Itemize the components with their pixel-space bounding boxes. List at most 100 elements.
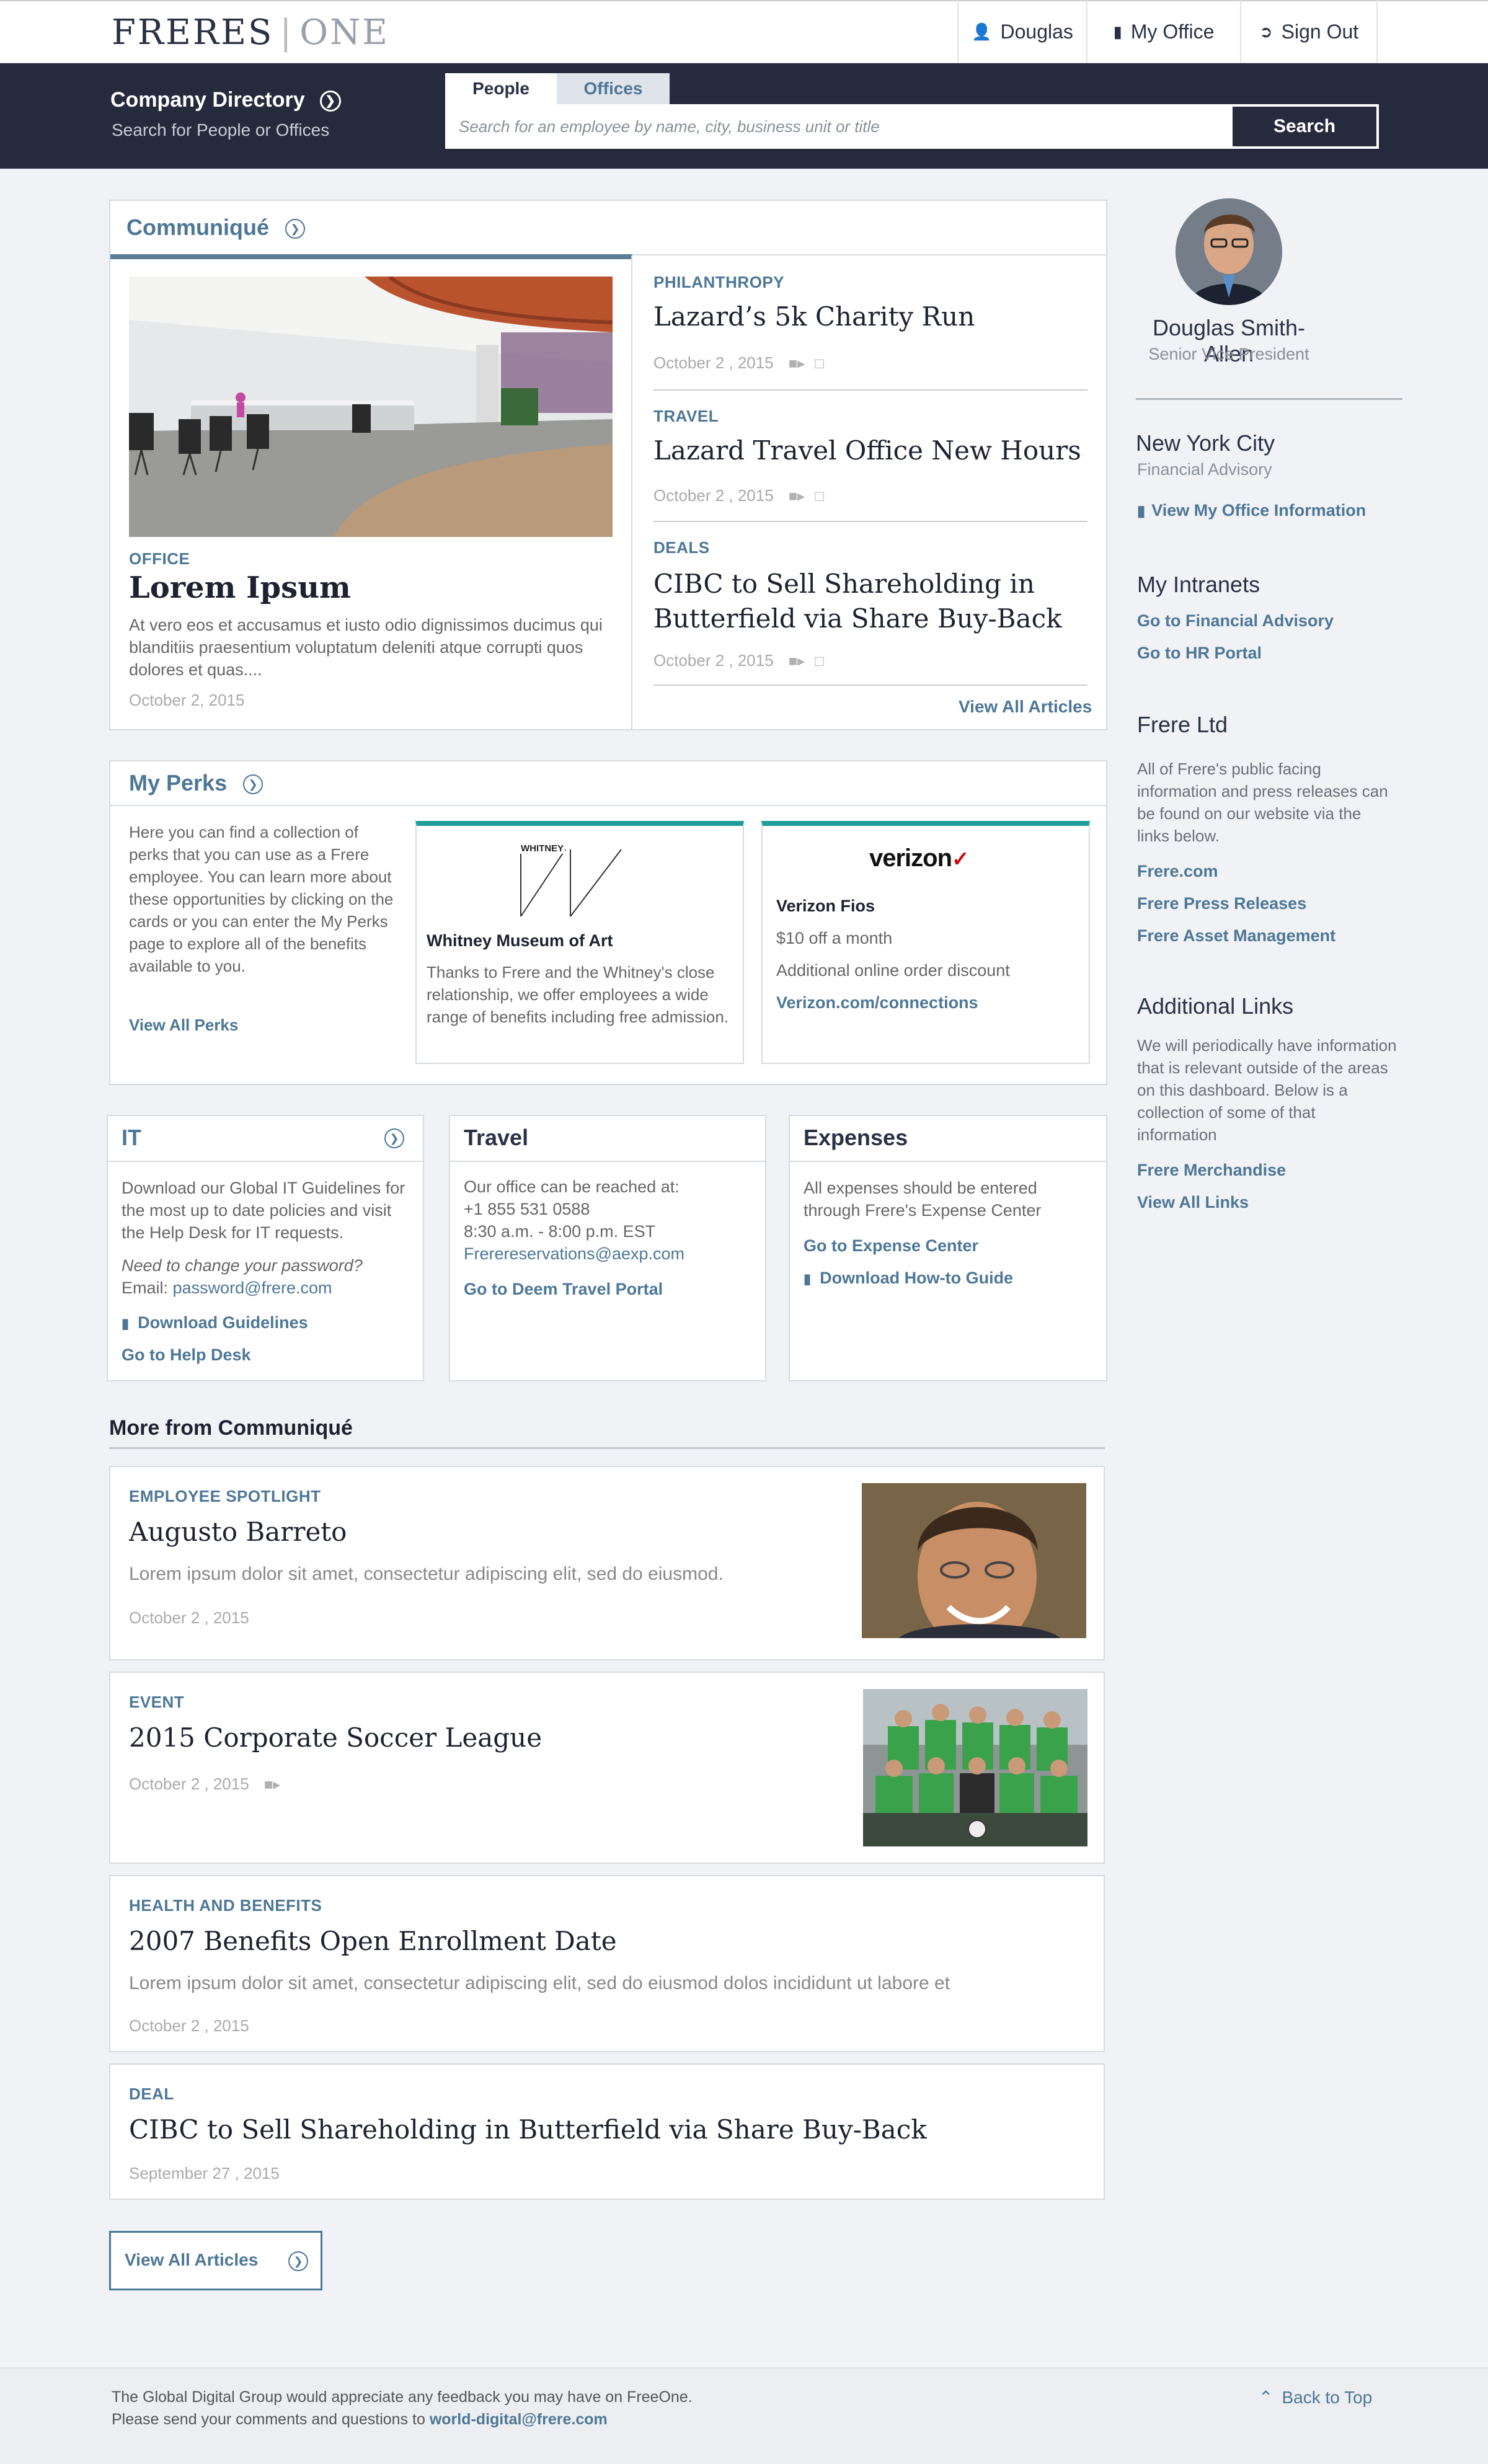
how-to-guide-link[interactable]: ▮ Download How-to Guide bbox=[804, 1269, 1013, 1288]
feature-kicker: OFFICE bbox=[129, 549, 190, 568]
story-date: October 2 , 2015 bbox=[129, 1608, 249, 1627]
chevron-right-icon[interactable]: ❯ bbox=[384, 1128, 404, 1148]
frere-merchandise-link[interactable]: Frere Merchandise bbox=[1137, 1161, 1286, 1180]
travel-portal-link[interactable]: Go to Deem Travel Portal bbox=[464, 1280, 663, 1299]
soccer-team-photo[interactable] bbox=[863, 1689, 1087, 1846]
article-title[interactable]: CIBC to Sell Shareholding in Butterfield… bbox=[653, 567, 1062, 636]
intranet-link-hr-portal[interactable]: Go to HR Portal bbox=[1137, 644, 1262, 663]
story-card[interactable]: HEALTH AND BENEFITS 2007 Benefits Open E… bbox=[109, 1875, 1105, 2052]
it-email-link[interactable]: password@frere.com bbox=[173, 1279, 332, 1297]
logo[interactable]: FRERES | ONE bbox=[112, 12, 389, 53]
expense-center-link[interactable]: Go to Expense Center bbox=[804, 1236, 978, 1256]
checkmark-icon: ✓ bbox=[952, 848, 969, 871]
additional-links-title: Additional Links bbox=[1137, 993, 1294, 1019]
frere-com-link[interactable]: Frere.com bbox=[1137, 862, 1218, 881]
perk-card-verizon[interactable]: verizon✓ Verizon Fios $10 off a month Ad… bbox=[761, 821, 1090, 1064]
communique-title[interactable]: Communiqué ❯ bbox=[126, 215, 305, 241]
travel-phone: +1 855 531 0588 bbox=[464, 1200, 590, 1218]
portrait-photo[interactable] bbox=[862, 1483, 1086, 1638]
more-section-title: More from Communiqué bbox=[109, 1416, 353, 1440]
story-card[interactable]: EVENT 2015 Corporate Soccer League Octob… bbox=[109, 1672, 1105, 1864]
directory-subtitle: Search for People or Offices bbox=[112, 120, 330, 140]
view-all-links-link[interactable]: View All Links bbox=[1137, 1193, 1249, 1212]
frere-press-releases-link[interactable]: Frere Press Releases bbox=[1137, 894, 1306, 913]
search-input[interactable] bbox=[445, 104, 1230, 149]
nav-my-office[interactable]: ▮ My Office bbox=[1086, 0, 1240, 63]
feature-title[interactable]: Lorem Ipsum bbox=[129, 570, 351, 605]
nav-sign-out[interactable]: ➲ Sign Out bbox=[1240, 0, 1378, 63]
view-all-articles-button[interactable]: View All Articles ❯ bbox=[109, 2231, 322, 2290]
verizon-link[interactable]: Verizon.com/connections bbox=[776, 993, 978, 1013]
view-all-perks-link[interactable]: View All Perks bbox=[129, 1016, 238, 1035]
feature-body: At vero eos et accusamus et iusto odio d… bbox=[129, 616, 603, 679]
view-all-articles-link[interactable]: View All Articles bbox=[959, 697, 1092, 717]
intranet-link-financial-advisory[interactable]: Go to Financial Advisory bbox=[1137, 611, 1334, 631]
communique-divider bbox=[631, 255, 632, 730]
profile-role: Senior Vice President bbox=[1148, 345, 1309, 363]
nav-user[interactable]: 👤 Douglas bbox=[957, 0, 1086, 63]
back-to-top-link[interactable]: ⌃ Back to Top bbox=[1259, 2387, 1372, 2408]
story-kicker: HEALTH AND BENEFITS bbox=[129, 1896, 322, 1915]
directory-title[interactable]: Company Directory ❯ bbox=[110, 88, 341, 112]
nav-signout-label: Sign Out bbox=[1281, 20, 1359, 43]
article-meta: October 2 , 2015 ■▸ □ bbox=[653, 651, 824, 670]
soccer-team-image bbox=[863, 1689, 1087, 1846]
building-icon: ▮ bbox=[1113, 22, 1122, 41]
story-meta: October 2 , 2015 ■▸ bbox=[129, 1775, 280, 1794]
communique-title-text: Communiqué bbox=[126, 215, 269, 240]
video-icon: ■▸ bbox=[788, 488, 805, 505]
tab-offices[interactable]: Offices bbox=[557, 73, 670, 104]
document-icon: □ bbox=[815, 653, 824, 670]
article-kicker: DEALS bbox=[653, 538, 710, 557]
article-date: October 2 , 2015 bbox=[653, 486, 774, 505]
chevron-right-icon: ❯ bbox=[288, 2251, 308, 2271]
story-body: Lorem ipsum dolor sit amet, consectetur … bbox=[129, 1564, 724, 1584]
avatar[interactable] bbox=[1176, 198, 1282, 305]
article-kicker: PHILANTHROPY bbox=[653, 273, 785, 291]
perk-offer: $10 off a month bbox=[776, 929, 893, 947]
more-section-rule bbox=[109, 1447, 1105, 1449]
story-title[interactable]: 2007 Benefits Open Enrollment Date bbox=[129, 1926, 617, 1956]
chevron-right-icon: ❯ bbox=[243, 774, 264, 795]
document-icon: ▮ bbox=[122, 1316, 130, 1331]
travel-contact: Our office can be reached at: +1 855 531… bbox=[464, 1176, 684, 1265]
frere-asset-management-link[interactable]: Frere Asset Management bbox=[1137, 926, 1335, 946]
story-title[interactable]: CIBC to Sell Shareholding in Butterfield… bbox=[129, 2114, 927, 2145]
whitney-logo-text: WHITNEY bbox=[520, 843, 565, 854]
building-icon: ▮ bbox=[1137, 503, 1146, 520]
tab-people[interactable]: People bbox=[445, 73, 557, 104]
article-title[interactable]: Lazard Travel Office New Hours bbox=[653, 435, 1081, 466]
perks-intro: Here you can find a collection of perks … bbox=[129, 823, 394, 975]
logo-wordmark: FRERES bbox=[112, 12, 274, 53]
frere-ltd-title: Frere Ltd bbox=[1137, 712, 1228, 737]
perks-title[interactable]: My Perks ❯ bbox=[129, 770, 264, 796]
user-icon: 👤 bbox=[972, 22, 992, 41]
download-guidelines-link[interactable]: ▮ Download Guidelines bbox=[122, 1313, 308, 1332]
travel-email-link[interactable]: Frerereservations@aexp.com bbox=[464, 1243, 684, 1265]
footer-line-1: The Global Digital Group would appreciat… bbox=[112, 2388, 693, 2406]
story-date: October 2 , 2015 bbox=[129, 2016, 249, 2035]
portrait-image bbox=[862, 1483, 1086, 1638]
story-title[interactable]: 2015 Corporate Soccer League bbox=[129, 1722, 542, 1753]
perk-card-whitney[interactable]: WHITNEY Whitney Museum of Art Thanks to … bbox=[415, 821, 744, 1064]
footer-email-link[interactable]: world-digital@frere.com bbox=[430, 2411, 608, 2428]
story-card[interactable]: EMPLOYEE SPOTLIGHT Augusto Barreto Lorem… bbox=[109, 1466, 1105, 1660]
view-office-link[interactable]: ▮ View My Office Information bbox=[1137, 501, 1366, 520]
article-divider bbox=[653, 521, 1087, 522]
verizon-logo-text: verizon bbox=[869, 844, 952, 872]
avatar-image bbox=[1176, 198, 1282, 305]
help-desk-link[interactable]: Go to Help Desk bbox=[122, 1345, 251, 1365]
perk-name: Verizon Fios bbox=[776, 897, 875, 915]
whitney-logo-mark bbox=[520, 849, 622, 917]
document-icon: □ bbox=[815, 488, 824, 505]
search-button[interactable]: Search bbox=[1230, 104, 1379, 149]
it-title[interactable]: IT bbox=[122, 1125, 141, 1151]
story-card[interactable]: DEAL CIBC to Sell Shareholding in Butter… bbox=[109, 2063, 1105, 2200]
story-title[interactable]: Augusto Barreto bbox=[129, 1517, 347, 1547]
how-to-guide-label: Download How-to Guide bbox=[820, 1269, 1014, 1287]
expenses-title: Expenses bbox=[804, 1125, 908, 1150]
article-title[interactable]: Lazard’s 5k Charity Run bbox=[653, 301, 975, 332]
office-photo[interactable] bbox=[129, 277, 613, 537]
article-title-line: Butterfield via Share Buy-Back bbox=[653, 603, 1062, 634]
video-icon: ■▸ bbox=[788, 653, 805, 670]
